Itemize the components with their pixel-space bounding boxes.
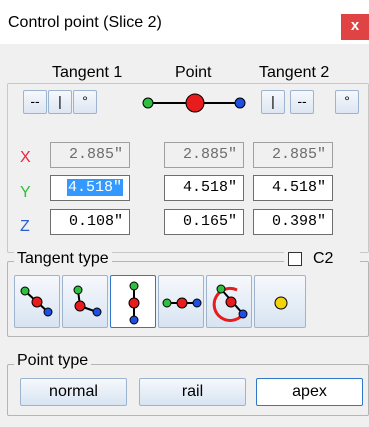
title-bar: Control point (Slice 2) x — [0, 0, 369, 44]
tangent-type-label: Tangent type — [14, 250, 112, 268]
point-y-field[interactable]: 4.518" — [164, 175, 244, 201]
point-x-field: 2.885" — [164, 142, 244, 168]
curved-tangent-icon — [212, 284, 248, 322]
tangent-type-diagonal-button[interactable] — [14, 275, 60, 328]
axis-z-label: Z — [20, 218, 30, 235]
window-title: Control point (Slice 2) — [8, 14, 162, 31]
point-type-rail-button[interactable]: rail — [139, 378, 246, 406]
tangent-type-point-button[interactable] — [254, 275, 306, 328]
point-type-normal-button[interactable]: normal — [20, 378, 127, 406]
c2-checkbox[interactable] — [288, 252, 302, 266]
tangent-type-horizontal-button[interactable] — [158, 275, 204, 328]
point-type-apex-button[interactable]: apex — [256, 378, 363, 406]
single-point-icon — [274, 296, 288, 310]
tangent-type-corner-button[interactable] — [62, 275, 108, 328]
axis-y-label: Y — [20, 184, 31, 201]
tangent-type-curved-button[interactable] — [206, 275, 252, 328]
tangent2-header: Tangent 2 — [259, 64, 330, 81]
tangent1-y-value: 4.518" — [66, 179, 123, 196]
diagonal-tangent-icon — [20, 286, 53, 317]
point-type-label: Point type — [14, 352, 92, 370]
tangent1-y-field[interactable]: 4.518" — [50, 175, 130, 201]
close-button[interactable]: x — [341, 14, 369, 40]
tangent2-x-field: 2.885" — [253, 142, 333, 168]
corner-tangent-icon — [73, 285, 102, 317]
tangent-type-vertical-button[interactable] — [110, 275, 156, 328]
c2-label: C2 — [313, 250, 334, 268]
horizontal-tangent-icon — [162, 297, 202, 309]
tangent1-z-field[interactable]: 0.108" — [50, 209, 130, 235]
tangent2-z-field[interactable]: 0.398" — [253, 209, 333, 235]
tangent2-y-field[interactable]: 4.518" — [253, 175, 333, 201]
tangent1-header: Tangent 1 — [52, 64, 123, 81]
axis-x-label: X — [20, 149, 31, 166]
point-header: Point — [175, 64, 212, 81]
point-z-field[interactable]: 0.165" — [164, 209, 244, 235]
tangent1-x-field: 2.885" — [50, 142, 130, 168]
vertical-tangent-icon — [128, 281, 140, 325]
